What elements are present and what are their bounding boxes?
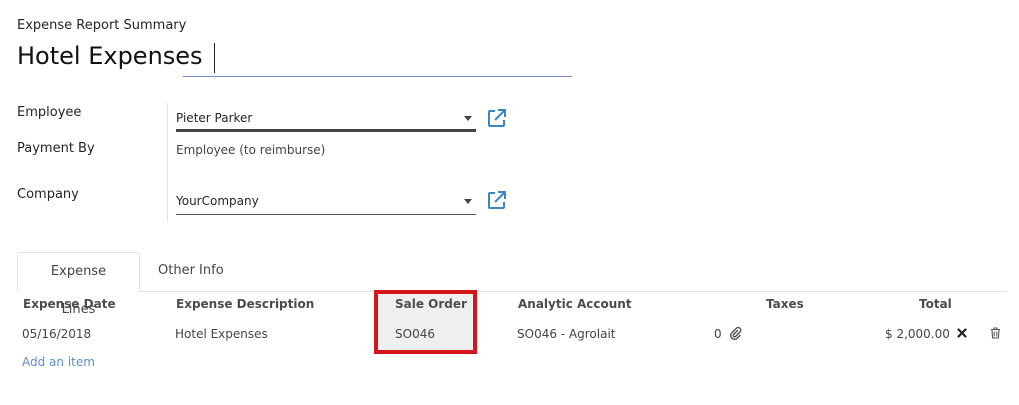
text-cursor — [214, 43, 215, 73]
cell-sale-order[interactable]: SO046 — [395, 327, 435, 341]
employee-label: Employee — [17, 105, 82, 120]
column-sale-order[interactable]: Sale Order — [395, 297, 467, 311]
payment-by-value: Employee (to reimburse) — [176, 143, 326, 157]
external-link-icon[interactable] — [486, 189, 508, 211]
external-link-icon[interactable] — [486, 107, 508, 129]
payment-by-label: Payment By — [17, 141, 95, 156]
cell-analytic-account[interactable]: SO046 - Agrolait — [517, 327, 616, 341]
close-icon[interactable] — [957, 328, 967, 338]
cell-expense-date[interactable]: 05/16/2018 — [22, 327, 91, 341]
tab-expense-lines[interactable]: Expense Lines — [17, 252, 140, 317]
company-select[interactable]: YourCompany — [176, 191, 476, 215]
attachment-count: 0 — [714, 327, 722, 341]
cell-expense-description[interactable]: Hotel Expenses — [175, 327, 268, 341]
column-total[interactable]: Total — [919, 297, 952, 311]
company-label: Company — [17, 187, 79, 202]
employee-select[interactable]: Pieter Parker — [176, 108, 476, 132]
tab-other-info[interactable]: Other Info — [143, 252, 239, 292]
add-item-link[interactable]: Add an item — [22, 355, 95, 369]
title-input-underline — [183, 76, 572, 77]
caret-down-icon[interactable] — [464, 116, 472, 121]
label-separator — [167, 103, 168, 222]
column-expense-date[interactable]: Expense Date — [23, 297, 116, 311]
column-analytic-account[interactable]: Analytic Account — [518, 297, 632, 311]
employee-value: Pieter Parker — [176, 111, 253, 125]
cell-total[interactable]: $ 2,000.00 — [885, 327, 950, 341]
company-value: YourCompany — [176, 194, 259, 208]
paperclip-icon[interactable] — [729, 326, 743, 340]
report-summary-label: Expense Report Summary — [17, 18, 187, 33]
caret-down-icon[interactable] — [464, 199, 472, 204]
column-expense-description[interactable]: Expense Description — [176, 297, 314, 311]
trash-icon[interactable] — [990, 327, 1001, 339]
column-taxes[interactable]: Taxes — [766, 297, 804, 311]
expense-report-title[interactable]: Hotel Expenses — [17, 42, 203, 70]
